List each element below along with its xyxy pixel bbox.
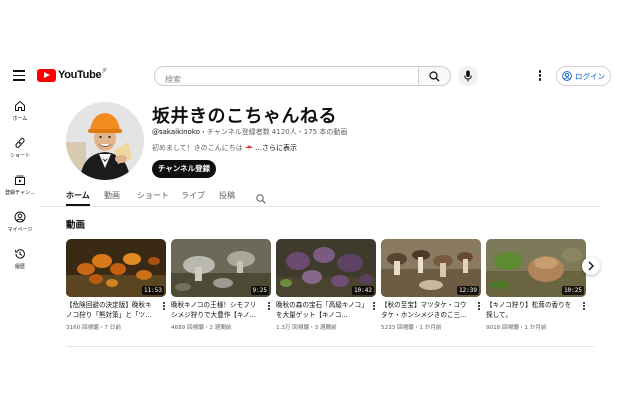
subscriptions-icon (15, 175, 25, 185)
more-link[interactable]: ...さらに表示 (255, 144, 297, 152)
login-label: ログイン (575, 71, 605, 81)
sidebar-item-label: ホーム (12, 116, 28, 122)
search-box (154, 66, 419, 90)
avatar-photo (66, 102, 144, 180)
video-menu-icon[interactable] (583, 302, 586, 311)
sidebar-item-you[interactable]: マイページ (0, 211, 40, 233)
carousel-next-button[interactable] (582, 257, 600, 275)
channel-meta: @sakaikinoko・チャンネル登録者数 4120人・175 本の動画 (152, 127, 347, 137)
video-meta: 3160 回視聴・7 日前 (66, 325, 121, 331)
sidebar-item-subscriptions[interactable]: 登録チャン... (0, 174, 40, 196)
youtube-logo[interactable]: YouTube JP (37, 68, 107, 82)
section-divider (66, 346, 594, 347)
video-menu-icon[interactable] (268, 302, 271, 311)
tab-live[interactable]: ライブ (181, 190, 205, 201)
video-card[interactable]: 9:25 晩秋キノコの王様！シモフリシメジ狩りで大豊作【キノ... 4689 回… (171, 239, 271, 331)
history-icon (15, 249, 25, 259)
tab-videos[interactable]: 動画 (104, 190, 120, 201)
play-logo-icon (37, 68, 56, 82)
top-bar: YouTube JP ログイン (0, 57, 620, 95)
you-icon (14, 211, 26, 223)
video-card[interactable]: 12:39 【秋の至宝】マツタケ・コウタケ・ホンシメジきのこ三... 5233 … (381, 239, 481, 331)
logo-text: YouTube (58, 69, 102, 81)
video-menu-icon[interactable] (163, 302, 166, 311)
search-icon (429, 71, 440, 82)
search-icon (256, 194, 266, 204)
login-button[interactable]: ログイン (556, 66, 611, 86)
video-duration: 11:53 (141, 286, 164, 295)
video-meta: 5233 回視聴・1 か月前 (381, 325, 442, 331)
sidebar-item-history[interactable]: 履歴 (0, 248, 40, 270)
voice-search-button[interactable] (458, 66, 478, 86)
video-thumbnail[interactable]: 11:53 (66, 239, 166, 297)
video-menu-icon[interactable] (478, 302, 481, 311)
sidebar-item-shorts[interactable]: ショート (0, 137, 40, 159)
chevron-right-icon (588, 261, 594, 271)
tab-home[interactable]: ホーム (66, 190, 90, 201)
sidebar-item-home[interactable]: ホーム (0, 100, 40, 122)
video-title[interactable]: 晩秋の森の宝石「高級キノコ」を大量ゲット【キノコ... (276, 300, 366, 320)
video-duration: 10:42 (351, 286, 374, 295)
video-meta: 9018 回視聴・1 か月前 (486, 325, 547, 331)
channel-avatar[interactable] (66, 102, 144, 180)
sidebar-item-label: 登録チャン... (5, 190, 35, 196)
channel-description-text: 初めまして！きのこんにちは (152, 144, 243, 152)
video-card[interactable]: 11:53 【危険回避の決定版】晩秋キノコ狩り「熊対策」と「ツ... 3160 … (66, 239, 166, 331)
video-thumbnail[interactable]: 10:42 (276, 239, 376, 297)
channel-stats: ・チャンネル登録者数 4120人・175 本の動画 (199, 128, 348, 136)
account-icon (562, 71, 572, 81)
youtube-window: YouTube JP ログイン (0, 57, 620, 357)
logo-region: JP (102, 68, 107, 74)
tab-posts[interactable]: 投稿 (219, 190, 235, 201)
video-duration: 9:25 (250, 286, 269, 295)
settings-more-icon[interactable] (538, 70, 542, 82)
subscribe-button[interactable]: チャンネル登録 (152, 160, 216, 178)
video-meta: 4689 回視聴・2 週間前 (171, 325, 232, 331)
video-thumbnail[interactable]: 12:39 (381, 239, 481, 297)
sidebar-item-label: マイページ (7, 227, 33, 233)
menu-icon[interactable] (13, 70, 25, 81)
search-input[interactable] (155, 69, 397, 90)
section-title[interactable]: 動画 (66, 217, 85, 231)
shorts-icon (15, 137, 25, 148)
tabs-divider (40, 206, 600, 207)
channel-handle: @sakaikinoko (152, 128, 200, 136)
video-card[interactable]: 10:25 【キノコ狩り】松茸の香りを探して。 9018 回視聴・1 か月前 (486, 239, 586, 331)
mushroom-icon (245, 145, 253, 151)
video-title[interactable]: 【秋の至宝】マツタケ・コウタケ・ホンシメジきのこ三... (381, 300, 471, 320)
video-title[interactable]: 【危険回避の決定版】晩秋キノコ狩り「熊対策」と「ツ... (66, 300, 156, 320)
home-icon (15, 100, 25, 111)
video-thumbnail[interactable]: 9:25 (171, 239, 271, 297)
sidebar-item-label: 履歴 (14, 264, 25, 270)
video-duration: 10:25 (561, 286, 584, 295)
video-thumbnail[interactable]: 10:25 (486, 239, 586, 297)
channel-description[interactable]: 初めまして！きのこんにちは ...さらに表示 (152, 143, 297, 153)
video-title[interactable]: 【キノコ狩り】松茸の香りを探して。 (486, 300, 576, 320)
video-meta: 1.3万 回視聴・3 週間前 (276, 325, 337, 331)
search-button[interactable] (419, 66, 451, 86)
tab-shorts[interactable]: ショート (137, 190, 169, 201)
video-title[interactable]: 晩秋キノコの王様！シモフリシメジ狩りで大豊作【キノ... (171, 300, 261, 320)
microphone-icon (464, 70, 472, 82)
sidebar-item-label: ショート (9, 153, 30, 159)
video-duration: 12:39 (456, 286, 479, 295)
video-menu-icon[interactable] (373, 302, 376, 311)
video-card[interactable]: 10:42 晩秋の森の宝石「高級キノコ」を大量ゲット【キノコ... 1.3万 回… (276, 239, 376, 331)
channel-name: 坂井きのこちゃんねる (152, 106, 337, 127)
